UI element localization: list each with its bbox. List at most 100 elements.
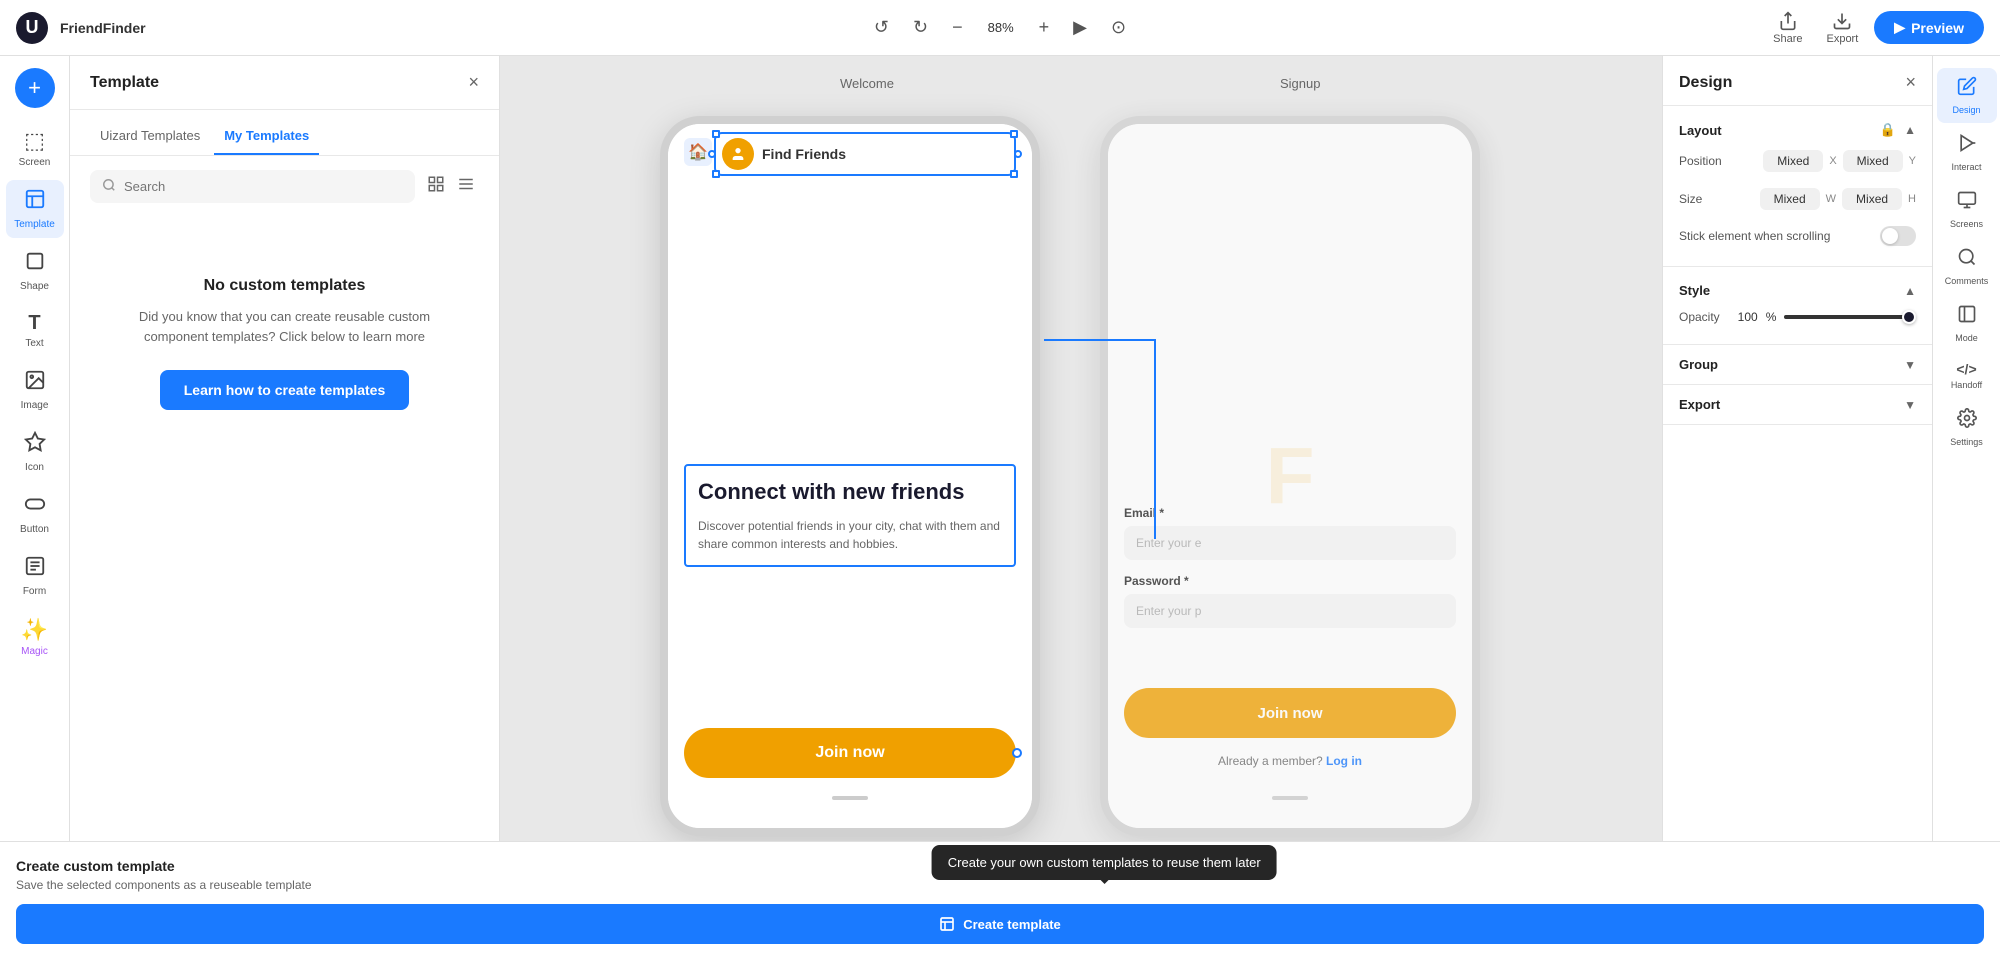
panel-close-button[interactable]: × (468, 72, 479, 93)
position-x-value[interactable]: Mixed (1763, 150, 1823, 172)
zoom-out-button[interactable]: − (946, 13, 969, 42)
shape-icon (24, 250, 46, 278)
learn-templates-button[interactable]: Learn how to create templates (160, 370, 410, 410)
size-label: Size (1679, 192, 1702, 206)
settings-rail-label: Settings (1950, 437, 1983, 447)
already-member-text: Already a member? (1218, 754, 1326, 768)
signup-form-area: Email * Enter your e Password * Enter yo… (1124, 506, 1456, 628)
design-panel-close-button[interactable]: × (1905, 72, 1916, 93)
stick-row: Stick element when scrolling (1679, 218, 1916, 254)
form-label-text: Form (23, 586, 46, 597)
app-logo: U (16, 12, 48, 44)
selection-anchor-left (708, 150, 716, 158)
sidebar-item-image[interactable]: Image (6, 361, 64, 419)
list-view-button[interactable] (453, 171, 479, 202)
undo-button[interactable]: ↺ (868, 13, 895, 42)
preview-button[interactable]: ▶ Preview (1874, 11, 1984, 44)
template-tab-bar: Uizard Templates My Templates (70, 110, 499, 156)
export-button[interactable]: Export (1818, 7, 1866, 49)
add-element-button[interactable]: + (15, 68, 55, 108)
size-w-value[interactable]: Mixed (1760, 188, 1820, 210)
sidebar-item-form[interactable]: Form (6, 547, 64, 605)
sidebar-item-text[interactable]: T Text (6, 304, 64, 357)
search-input-wrap[interactable] (90, 170, 415, 203)
password-input[interactable]: Enter your p (1124, 594, 1456, 628)
export-title: Export (1679, 397, 1720, 412)
redo-button[interactable]: ↻ (907, 13, 934, 42)
form-icon (24, 555, 46, 583)
welcome-text-block[interactable]: Connect with new friends Discover potent… (684, 464, 1016, 567)
tab-my-templates[interactable]: My Templates (214, 122, 319, 155)
rail-item-handoff[interactable]: </> Handoff (1937, 353, 1997, 398)
zoom-level: 88% (981, 20, 1021, 35)
shape-label-text: Shape (20, 281, 49, 292)
design-rail-label: Design (1952, 105, 1980, 115)
join-btn-anchor (1012, 748, 1022, 758)
size-h-value[interactable]: Mixed (1842, 188, 1902, 210)
rail-item-mode[interactable]: Mode (1937, 296, 1997, 351)
stick-toggle[interactable] (1880, 226, 1916, 246)
join-button-label: Join now (815, 744, 884, 762)
welcome-screen[interactable]: 🏠 Find Friends Connect with new (668, 124, 1032, 828)
right-rail: Design Interact Screens Comments Mode (1932, 56, 2000, 960)
template-label-text: Template (14, 219, 55, 230)
signup-join-button[interactable]: Join now (1124, 688, 1456, 738)
rail-item-screens[interactable]: Screens (1937, 182, 1997, 237)
empty-desc: Did you know that you can create reusabl… (110, 307, 459, 346)
zoom-in-button[interactable]: + (1033, 13, 1056, 42)
email-input[interactable]: Enter your e (1124, 526, 1456, 560)
rail-item-comments[interactable]: Comments (1937, 239, 1997, 294)
screens-rail-label: Screens (1950, 219, 1983, 229)
sidebar-item-icon[interactable]: Icon (6, 423, 64, 481)
layout-section-header[interactable]: Layout 🔒 ▲ (1679, 118, 1916, 142)
connection-line-v (1154, 339, 1156, 539)
signup-screen[interactable]: F Email * Enter your e Password * Enter … (1108, 124, 1472, 828)
create-template-button[interactable]: Create template (1662, 904, 1932, 944)
template-panel: Template × Uizard Templates My Templates (70, 56, 500, 960)
rail-item-settings[interactable]: Settings (1937, 400, 1997, 455)
tab-uizard[interactable]: Uizard Templates (90, 122, 210, 155)
grid-toggle-buttons (423, 171, 479, 202)
opacity-slider[interactable] (1784, 315, 1916, 319)
play-button[interactable]: ▶ (1067, 13, 1093, 42)
app-name: FriendFinder (60, 20, 146, 36)
image-icon (24, 369, 46, 397)
grid-view-button[interactable] (423, 171, 449, 202)
empty-state: No custom templates Did you know that yo… (70, 217, 499, 450)
connection-line (1044, 339, 1154, 341)
canvas-area[interactable]: Welcome Signup 🏠 Find Friends (500, 56, 1662, 960)
join-button[interactable]: Join now (684, 728, 1016, 778)
sidebar-item-button[interactable]: Button (6, 485, 64, 543)
button-icon (24, 493, 46, 521)
email-label: Email * (1124, 506, 1456, 520)
sidebar-item-screen[interactable]: ⬚ Screen (6, 120, 64, 176)
rail-item-design[interactable]: Design (1937, 68, 1997, 123)
group-section: Group ▼ (1663, 345, 1932, 385)
shield-button[interactable]: ⊙ (1105, 13, 1132, 42)
rail-item-interact[interactable]: Interact (1937, 125, 1997, 180)
position-x-label: X (1829, 155, 1836, 167)
position-y-value[interactable]: Mixed (1843, 150, 1903, 172)
group-section-header[interactable]: Group ▼ (1679, 357, 1916, 372)
style-section-title: Style (1679, 283, 1710, 298)
sidebar-item-magic[interactable]: ✨ Magic (6, 609, 64, 665)
signup-screen-label: Signup (1280, 76, 1320, 91)
welcome-mobile-frame[interactable]: 🏠 Find Friends Connect with new (660, 116, 1040, 836)
style-section-header[interactable]: Style ▲ (1679, 279, 1916, 302)
sidebar-item-template[interactable]: Template (6, 180, 64, 238)
search-input[interactable] (124, 179, 403, 194)
log-in-link[interactable]: Log in (1326, 754, 1362, 768)
welcome-desc: Discover potential friends in your city,… (698, 517, 1002, 553)
selection-corner-tr (1010, 130, 1018, 138)
join-button-wrap[interactable]: Join now (684, 728, 1016, 778)
interact-icon (1957, 133, 1977, 159)
export-section-header[interactable]: Export ▼ (1679, 397, 1916, 412)
magic-icon: ✨ (21, 617, 48, 643)
share-button[interactable]: Share (1765, 7, 1810, 49)
size-values: Mixed W Mixed H (1760, 188, 1916, 210)
sidebar-item-shape[interactable]: Shape (6, 242, 64, 300)
screen-icon: ⬚ (24, 128, 45, 154)
find-friends-element[interactable]: Find Friends (714, 132, 1016, 176)
signup-mobile-frame[interactable]: F Email * Enter your e Password * Enter … (1100, 116, 1480, 836)
already-member-row: Already a member? Log in (1108, 754, 1472, 768)
